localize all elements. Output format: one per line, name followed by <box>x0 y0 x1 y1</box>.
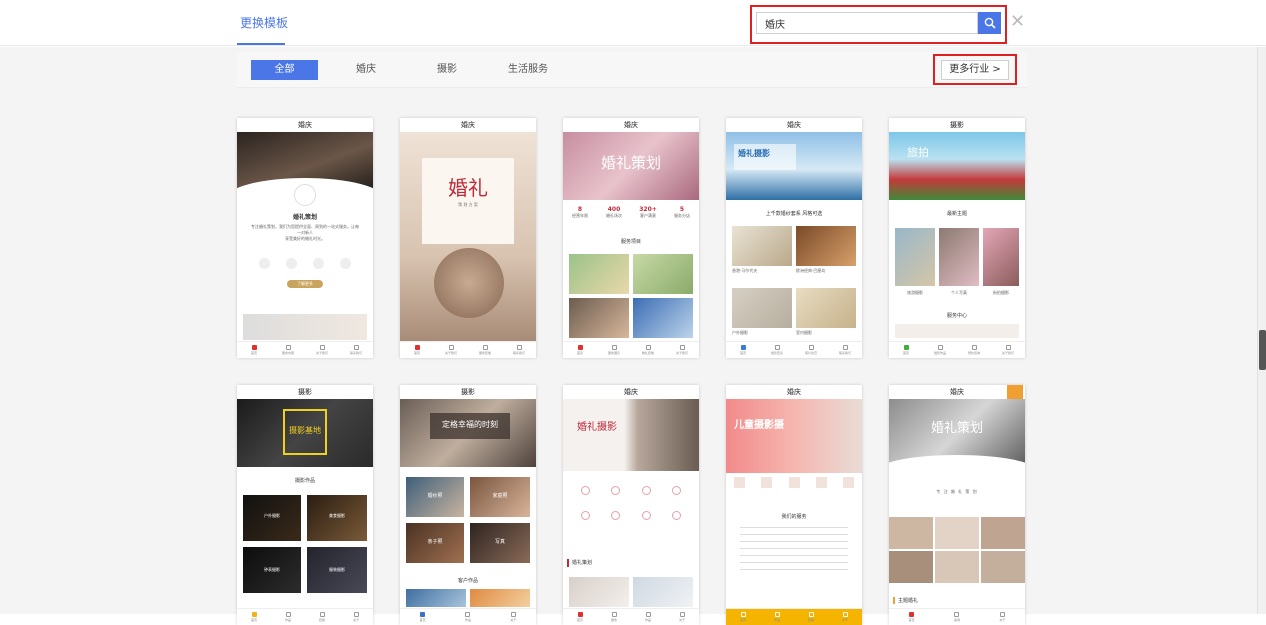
filter-tab-wedding[interactable]: 婚庆 <box>346 60 386 80</box>
card-title: 婚礼策划 <box>600 154 661 172</box>
card-hero-image: 摄影基地 <box>237 399 373 467</box>
card-tabbar: 首页 服务 作品 关于 <box>563 608 699 625</box>
stats-row: 8 经营年限 400 婚礼场次 320+ 客户满意 5 服务分店 <box>572 206 690 218</box>
card-hero-image: 婚礼策划 <box>563 132 699 200</box>
tab-underline <box>237 43 285 45</box>
card-tabbar: 首页 作品 套餐 关于 <box>726 608 862 625</box>
contact-icons <box>259 258 351 270</box>
card-category: 婚庆 <box>726 118 862 132</box>
filter-tab-life-services[interactable]: 生活服务 <box>503 60 553 80</box>
card-tabbar: 首页 作品 关于 <box>400 608 536 625</box>
card-hero-image: 婚礼摄影 <box>563 399 699 471</box>
card-hero-image: 定格幸福的时刻 <box>400 399 536 467</box>
card-tabbar: 首页 作品 套餐 关于 <box>237 608 373 625</box>
top-bar: 更换模板 ✕ <box>0 0 1266 46</box>
card-category: 婚庆 <box>563 118 699 132</box>
card-tabbar: 首页 案例 关于 <box>889 608 1025 625</box>
template-card-5[interactable]: 摄影 旅拍 最新主题 旅游摄影 个人写真 街拍摄影 服务中心 首页 摄影作品 预… <box>889 118 1025 358</box>
card-title: 旅拍 <box>907 146 929 159</box>
card-hero-image: 婚礼摄影 <box>726 132 862 200</box>
card-category: 婚庆 <box>237 118 373 132</box>
search-button[interactable] <box>978 12 1001 34</box>
card-tabbar: 首页 关于我们 服务套餐 联系我们 <box>400 341 536 358</box>
card-title: 婚礼 <box>448 176 488 200</box>
learn-more-button: 了解更多 <box>287 280 323 288</box>
search-icon <box>984 17 996 29</box>
text-lines <box>740 527 848 571</box>
template-card-6[interactable]: 摄影 摄影基地 摄影作品 户外摄影 美食摄影 钟表摄影 服装摄影 首页 作品 套… <box>237 385 373 625</box>
template-card-8[interactable]: 婚庆 婚礼摄影 婚礼策划 首页 服务 作品 关于 <box>563 385 699 625</box>
template-card-4[interactable]: 婚庆 婚礼摄影 上千款婚纱套系 风格可选 香港·马尔代夫 欧洲经典·巴厘岛 户外… <box>726 118 862 358</box>
card-title: 儿童摄影摄 <box>734 420 784 431</box>
template-card-3[interactable]: 婚庆 婚礼策划 8 经营年限 400 婚礼场次 320+ 客户满意 5 服务分店 服务项… <box>563 118 699 358</box>
search-input[interactable] <box>756 12 978 34</box>
card-category: 婚庆 <box>726 385 862 399</box>
card-category: 婚庆 <box>400 118 536 132</box>
filter-tab-all[interactable]: 全部 <box>251 60 318 80</box>
card-category: 摄影 <box>889 118 1025 132</box>
card-title: 婚礼策划 <box>930 421 983 436</box>
card-category: 摄影 <box>237 385 373 399</box>
card-title: 婚礼摄影 <box>577 422 617 433</box>
scrollbar-thumb[interactable] <box>1259 330 1266 370</box>
template-card-10[interactable]: 婚庆 婚礼策划 专 注 婚 礼 策 划 主题婚礼 首页 案例 关于 <box>889 385 1025 625</box>
card-title: 婚礼策划 <box>292 214 317 221</box>
card-tabbar: 首页 服务展示 婚礼套餐 关于我们 <box>563 341 699 358</box>
card-category: 摄影 <box>400 385 536 399</box>
card-hero-image: 旅拍 <box>889 132 1025 200</box>
template-card-7[interactable]: 摄影 定格幸福的时刻 婚纱照 家庭照 亲子照 写真 客户作品 首页 作品 关于 <box>400 385 536 625</box>
template-card-1[interactable]: 婚庆 婚礼策划 专注婚礼策划，我们为您提供全面、周到的一站式服务，让每一对新人 … <box>237 118 373 358</box>
filter-tab-photography[interactable]: 摄影 <box>427 60 467 80</box>
service-icons <box>734 477 854 497</box>
card-title: 定格幸福的时刻 <box>442 420 498 429</box>
logo-emblem <box>294 184 316 206</box>
card-hero-image: 儿童摄影摄 <box>726 399 862 473</box>
card-title: 婚礼摄影 <box>738 149 770 158</box>
service-icons <box>573 481 689 525</box>
photo-grid <box>889 517 1025 583</box>
card-title: 摄影基地 <box>289 426 321 435</box>
card-category: 婚庆 <box>563 385 699 399</box>
card-category: 婚庆 <box>889 385 1025 399</box>
card-tabbar: 首页 摄影作品 预约咨询 关于我们 <box>889 341 1025 358</box>
card-tabbar: 首页 服务内容 关于我们 联系我们 <box>237 341 373 358</box>
close-icon[interactable]: ✕ <box>1010 13 1026 31</box>
template-card-9[interactable]: 婚庆 儿童摄影摄 我们的服务 首页 作品 套餐 关于 <box>726 385 862 625</box>
more-industries-button[interactable]: 更多行业 > <box>941 60 1009 80</box>
template-card-2[interactable]: 婚庆 婚礼 策 划 方 案 首页 关于我们 服务套餐 联系我们 <box>400 118 536 358</box>
card-tabbar: 首页 摄影套系 客片欣赏 联系我们 <box>726 341 862 358</box>
couple-photo <box>434 248 504 318</box>
tab-change-template[interactable]: 更换模板 <box>240 14 288 31</box>
